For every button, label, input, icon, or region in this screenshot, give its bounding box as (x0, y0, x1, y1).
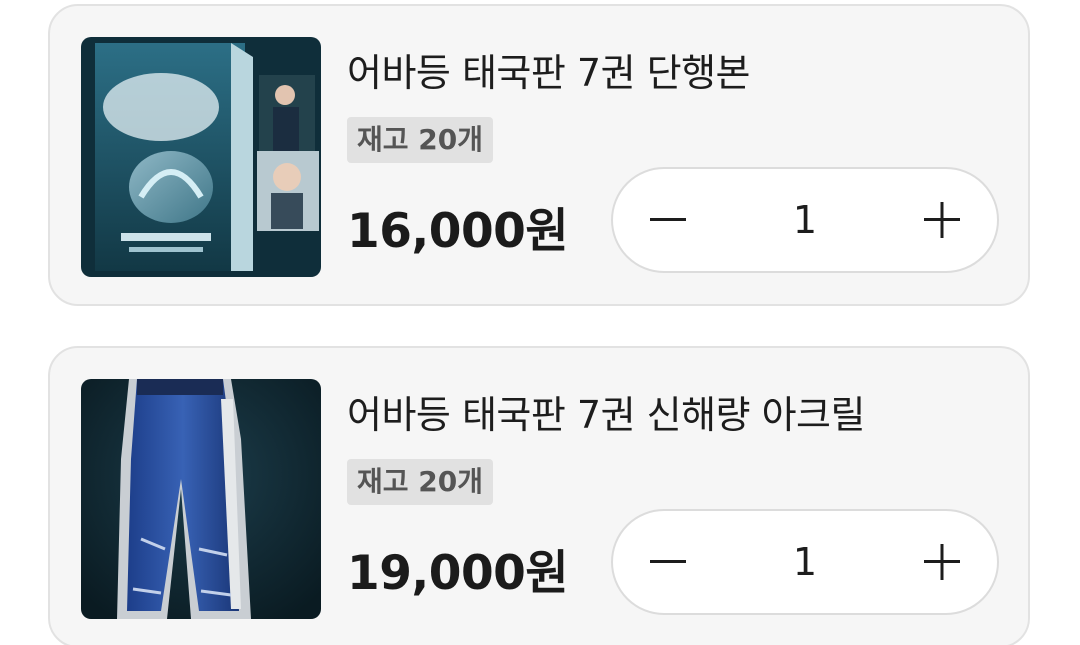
product-thumbnail-book[interactable] (81, 37, 321, 277)
minus-icon (650, 218, 686, 221)
decrease-quantity-button[interactable] (613, 511, 723, 613)
quantity-input[interactable] (723, 169, 887, 271)
quantity-stepper (611, 509, 999, 615)
cart-item-list: 어바등 태국판 7권 단행본 재고 20개 16,000원 1 어바등 태국판 … (0, 0, 1080, 645)
book-cover-image (81, 37, 321, 277)
stock-badge: 재고 20개 (347, 459, 493, 505)
stock-badge: 재고 20개 (347, 117, 493, 163)
quantity-input[interactable] (723, 511, 887, 613)
quantity-stepper (611, 167, 999, 273)
product-price: 16,000원 (347, 204, 569, 259)
product-title[interactable]: 어바등 태국판 7권 신해량 아크릴 (347, 384, 865, 439)
plus-icon (924, 202, 960, 238)
plus-icon (924, 544, 960, 580)
product-title[interactable]: 어바등 태국판 7권 단행본 (347, 42, 751, 97)
increase-quantity-button[interactable] (887, 511, 997, 613)
acrylic-stand-image (81, 379, 321, 619)
product-thumbnail-acrylic[interactable] (81, 379, 321, 619)
cart-item-card: 어바등 태국판 7권 신해량 아크릴 재고 20개 19,000원 (48, 346, 1030, 645)
product-price: 19,000원 (347, 546, 569, 601)
cart-item-card: 어바등 태국판 7권 단행본 재고 20개 16,000원 (48, 4, 1030, 306)
increase-quantity-button[interactable] (887, 169, 997, 271)
decrease-quantity-button[interactable] (613, 169, 723, 271)
minus-icon (650, 560, 686, 563)
